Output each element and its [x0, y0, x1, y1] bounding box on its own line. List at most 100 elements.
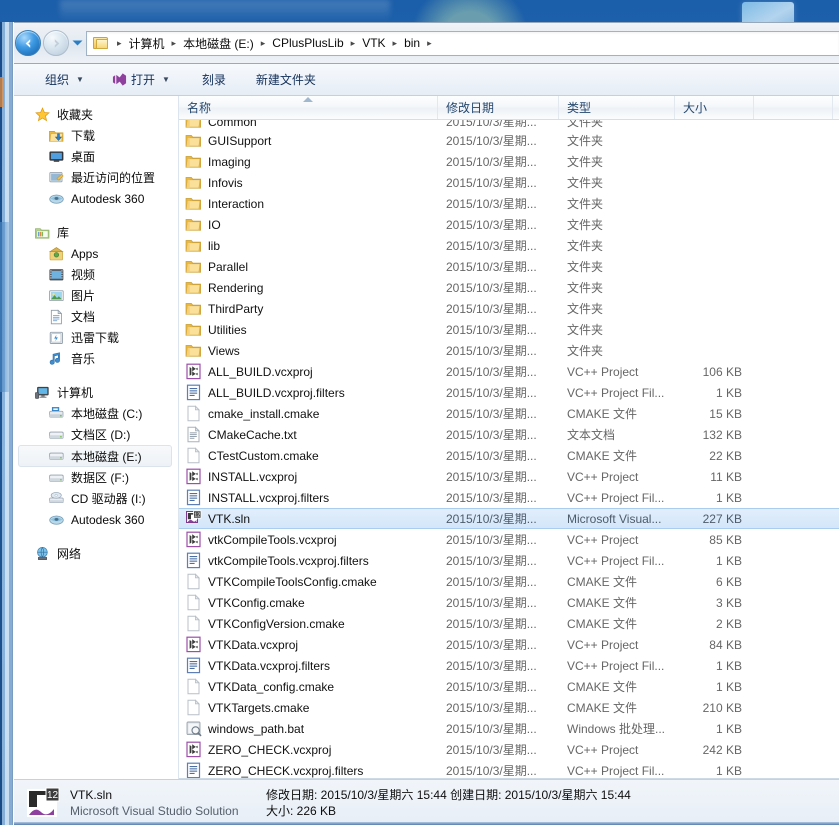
file-name-cell[interactable]: VTKConfigVersion.cmake: [179, 615, 438, 632]
file-row[interactable]: ZERO_CHECK.vcxproj 2015/10/3/星期... VC++ …: [179, 739, 839, 760]
nav-group-header-计算机[interactable]: 计算机: [14, 382, 178, 403]
nav-item-apps[interactable]: Apps: [14, 243, 178, 264]
file-row[interactable]: VTKConfigVersion.cmake 2015/10/3/星期... C…: [179, 613, 839, 634]
file-row[interactable]: Rendering 2015/10/3/星期... 文件夹: [179, 277, 839, 298]
file-row[interactable]: Utilities 2015/10/3/星期... 文件夹: [179, 319, 839, 340]
file-name-cell[interactable]: INSTALL.vcxproj: [179, 468, 438, 485]
nav-item-本地磁盘-c[interactable]: 本地磁盘 (C:): [14, 403, 178, 424]
file-row[interactable]: VTKData.vcxproj.filters 2015/10/3/星期... …: [179, 655, 839, 676]
forward-button[interactable]: [43, 30, 69, 56]
breadcrumb-item-3[interactable]: VTK: [359, 34, 388, 52]
history-dropdown-button[interactable]: [71, 30, 84, 56]
file-row[interactable]: Infovis 2015/10/3/星期... 文件夹: [179, 172, 839, 193]
nav-item-autodesk-360[interactable]: Autodesk 360: [14, 509, 178, 530]
file-row[interactable]: 12 VTK.sln 2015/10/3/星期... Microsoft Vis…: [179, 508, 839, 529]
file-name-cell[interactable]: cmake_install.cmake: [179, 405, 438, 422]
file-name-cell[interactable]: windows_path.bat: [179, 720, 438, 737]
file-name-cell[interactable]: ALL_BUILD.vcxproj.filters: [179, 384, 438, 401]
file-name-cell[interactable]: Interaction: [179, 195, 438, 212]
file-name-cell[interactable]: CTestCustom.cmake: [179, 447, 438, 464]
file-list-pane[interactable]: 名称 修改日期 类型 大小 Common 2015/10/3/星期... 文件夹: [179, 96, 839, 779]
breadcrumb-separator-0[interactable]: ▸: [113, 38, 126, 49]
nav-item-数据区-f[interactable]: 数据区 (F:): [14, 467, 178, 488]
file-row[interactable]: ALL_BUILD.vcxproj.filters 2015/10/3/星期..…: [179, 382, 839, 403]
file-row[interactable]: INSTALL.vcxproj 2015/10/3/星期... VC++ Pro…: [179, 466, 839, 487]
organize-button[interactable]: 组织 ▼: [36, 68, 93, 92]
breadcrumb-separator-1[interactable]: ▸: [168, 38, 181, 49]
column-header-row[interactable]: 名称 修改日期 类型 大小: [179, 96, 839, 120]
file-name-cell[interactable]: CMakeCache.txt: [179, 426, 438, 443]
file-name-cell[interactable]: Rendering: [179, 279, 438, 296]
nav-item-文档区-d[interactable]: 文档区 (D:): [14, 424, 178, 445]
file-name-cell[interactable]: Imaging: [179, 153, 438, 170]
file-name-cell[interactable]: lib: [179, 237, 438, 254]
file-name-cell[interactable]: GUISupport: [179, 132, 438, 149]
new-folder-button[interactable]: 新建文件夹: [247, 68, 325, 92]
column-header-spacer[interactable]: [754, 96, 833, 119]
file-name-cell[interactable]: ZERO_CHECK.vcxproj.filters: [179, 762, 438, 779]
file-name-cell[interactable]: ALL_BUILD.vcxproj: [179, 363, 438, 380]
nav-item-最近访问的位置[interactable]: 最近访问的位置: [14, 167, 178, 188]
breadcrumb-item-1[interactable]: 本地磁盘 (E:): [180, 33, 257, 54]
file-name-cell[interactable]: IO: [179, 216, 438, 233]
file-row[interactable]: vtkCompileTools.vcxproj 2015/10/3/星期... …: [179, 529, 839, 550]
file-name-cell[interactable]: VTKTargets.cmake: [179, 699, 438, 716]
file-row[interactable]: ALL_BUILD.vcxproj 2015/10/3/星期... VC++ P…: [179, 361, 839, 382]
file-row[interactable]: VTKCompileToolsConfig.cmake 2015/10/3/星期…: [179, 571, 839, 592]
back-button[interactable]: [15, 30, 41, 56]
file-name-cell[interactable]: VTKConfig.cmake: [179, 594, 438, 611]
nav-item-迅雷下载[interactable]: 迅雷下载: [14, 327, 178, 348]
file-row[interactable]: VTKData_config.cmake 2015/10/3/星期... CMA…: [179, 676, 839, 697]
file-row[interactable]: INSTALL.vcxproj.filters 2015/10/3/星期... …: [179, 487, 839, 508]
breadcrumb-separator-5[interactable]: ▸: [423, 38, 436, 49]
burn-button[interactable]: 刻录: [193, 68, 235, 92]
breadcrumb-item-0[interactable]: 计算机: [126, 33, 168, 54]
file-row[interactable]: Imaging 2015/10/3/星期... 文件夹: [179, 151, 839, 172]
file-row[interactable]: ThirdParty 2015/10/3/星期... 文件夹: [179, 298, 839, 319]
file-name-cell[interactable]: VTKCompileToolsConfig.cmake: [179, 573, 438, 590]
file-name-cell[interactable]: VTKData.vcxproj: [179, 636, 438, 653]
file-row[interactable]: windows_path.bat 2015/10/3/星期... Windows…: [179, 718, 839, 739]
breadcrumb-separator-3[interactable]: ▸: [347, 38, 360, 49]
file-name-cell[interactable]: ThirdParty: [179, 300, 438, 317]
nav-item-下载[interactable]: 下载: [14, 125, 178, 146]
file-row[interactable]: CTestCustom.cmake 2015/10/3/星期... CMAKE …: [179, 445, 839, 466]
nav-item-文档[interactable]: 文档: [14, 306, 178, 327]
file-row[interactable]: Common 2015/10/3/星期... 文件夹: [179, 120, 839, 130]
file-row[interactable]: IO 2015/10/3/星期... 文件夹: [179, 214, 839, 235]
nav-item-cd-驱动器-i[interactable]: CD 驱动器 (I:): [14, 488, 178, 509]
file-row[interactable]: lib 2015/10/3/星期... 文件夹: [179, 235, 839, 256]
file-row[interactable]: CMakeCache.txt 2015/10/3/星期... 文本文档 132 …: [179, 424, 839, 445]
nav-group-header-网络[interactable]: 网络: [14, 543, 178, 564]
file-row[interactable]: vtkCompileTools.vcxproj.filters 2015/10/…: [179, 550, 839, 571]
file-name-cell[interactable]: Utilities: [179, 321, 438, 338]
nav-item-桌面[interactable]: 桌面: [14, 146, 178, 167]
file-name-cell[interactable]: Common: [179, 120, 438, 130]
file-row[interactable]: Parallel 2015/10/3/星期... 文件夹: [179, 256, 839, 277]
file-row[interactable]: Views 2015/10/3/星期... 文件夹: [179, 340, 839, 361]
file-row[interactable]: Interaction 2015/10/3/星期... 文件夹: [179, 193, 839, 214]
nav-item-本地磁盘-e[interactable]: 本地磁盘 (E:): [18, 445, 172, 467]
breadcrumb-item-2[interactable]: CPlusPlusLib: [269, 34, 346, 52]
file-name-cell[interactable]: VTKData.vcxproj.filters: [179, 657, 438, 674]
file-row[interactable]: VTKTargets.cmake 2015/10/3/星期... CMAKE 文…: [179, 697, 839, 718]
column-header-大小[interactable]: 大小: [675, 96, 754, 119]
nav-group-header-收藏夹[interactable]: 收藏夹: [14, 104, 178, 125]
file-name-cell[interactable]: ZERO_CHECK.vcxproj: [179, 741, 438, 758]
file-row[interactable]: cmake_install.cmake 2015/10/3/星期... CMAK…: [179, 403, 839, 424]
breadcrumb[interactable]: ▸ 计算机 ▸ 本地磁盘 (E:) ▸ CPlusPlusLib ▸ VTK ▸…: [86, 30, 839, 56]
nav-group-header-库[interactable]: 库: [14, 222, 178, 243]
column-header-类型[interactable]: 类型: [559, 96, 675, 119]
breadcrumb-separator-4[interactable]: ▸: [389, 38, 402, 49]
file-name-cell[interactable]: Views: [179, 342, 438, 359]
nav-item-autodesk-360[interactable]: Autodesk 360: [14, 188, 178, 209]
nav-item-图片[interactable]: 图片: [14, 285, 178, 306]
file-row[interactable]: ZERO_CHECK.vcxproj.filters 2015/10/3/星期.…: [179, 760, 839, 779]
open-button[interactable]: 打开 ▼: [103, 68, 179, 92]
file-name-cell[interactable]: INSTALL.vcxproj.filters: [179, 489, 438, 506]
nav-item-视频[interactable]: 视频: [14, 264, 178, 285]
file-name-cell[interactable]: 12 VTK.sln: [179, 510, 438, 527]
nav-item-音乐[interactable]: 音乐: [14, 348, 178, 369]
column-header-修改日期[interactable]: 修改日期: [438, 96, 559, 119]
file-rows-container[interactable]: Common 2015/10/3/星期... 文件夹 GUISupport 20…: [179, 120, 839, 779]
